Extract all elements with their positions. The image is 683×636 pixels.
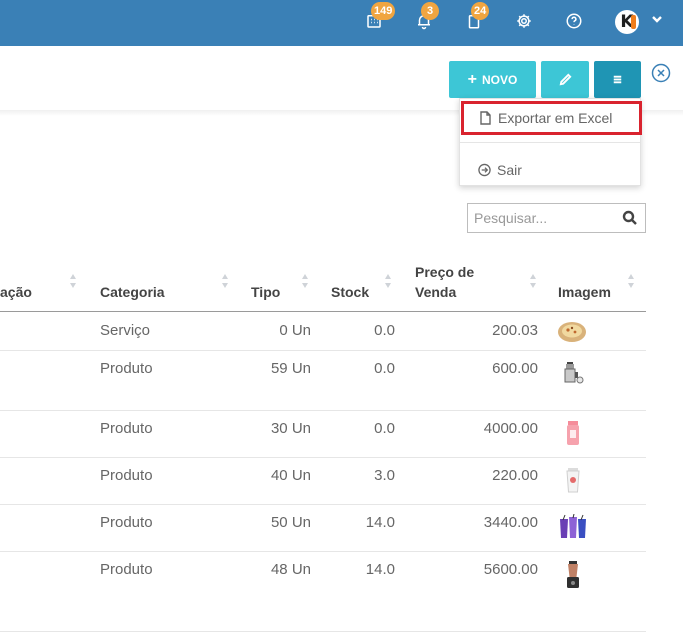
row-divider [0, 631, 646, 632]
row-divider [0, 504, 646, 505]
pizza-thumbnail[interactable] [557, 318, 587, 344]
pencil-icon [559, 73, 572, 86]
pink-bottle-thumbnail[interactable] [560, 420, 586, 446]
cell-preco: 4000.00 [483, 420, 538, 437]
notifications-button[interactable]: 3 [413, 2, 439, 32]
gear-icon [517, 14, 531, 28]
help-icon [566, 13, 582, 29]
cell-preco: 220.00 [492, 467, 538, 484]
cell-tipo: 30 Un [270, 420, 311, 437]
search-icon [622, 210, 637, 225]
user-avatar[interactable]: K [615, 10, 639, 34]
cell-categoria: Produto [100, 420, 153, 437]
header-stock[interactable]: Stock [331, 282, 369, 302]
logout-item[interactable]: Sair [460, 155, 640, 185]
cell-preco: 3440.00 [483, 514, 538, 531]
help-button[interactable] [563, 10, 585, 32]
white-cup-thumbnail[interactable] [560, 467, 586, 493]
cell-tipo: 59 Un [270, 360, 311, 377]
cell-stock: 0.0 [374, 322, 395, 339]
header-preco-line1[interactable]: Preço de [415, 262, 474, 282]
cell-categoria: Serviço [100, 322, 151, 339]
header-imagem[interactable]: Imagem [558, 282, 611, 302]
user-menu-toggle[interactable] [650, 12, 664, 26]
table-header-divider [0, 311, 646, 312]
cell-stock: 3.0 [374, 467, 395, 484]
new-button[interactable]: + NOVO [449, 61, 536, 98]
file-icon [480, 111, 491, 125]
close-circle-icon [651, 63, 671, 83]
menu-button[interactable] [594, 61, 641, 98]
row-divider [0, 551, 646, 552]
row-divider [0, 350, 646, 351]
calendar-button[interactable]: 149 [363, 2, 396, 32]
header-designacao[interactable]: ação [0, 282, 32, 302]
top-navbar: 149 3 24 K [0, 0, 683, 46]
cell-preco: 200.03 [492, 322, 538, 339]
cell-tipo: 0 Un [279, 322, 311, 339]
plus-icon: + [467, 70, 477, 88]
header-preco-line2[interactable]: Venda [415, 282, 456, 302]
search-button[interactable] [622, 210, 638, 226]
sort-icon[interactable] [627, 273, 635, 289]
cell-stock: 14.0 [365, 514, 395, 531]
sort-icon[interactable] [221, 273, 229, 289]
close-button[interactable] [651, 63, 671, 83]
chevron-down-icon [652, 16, 662, 23]
cell-categoria: Produto [100, 561, 153, 578]
logout-label: Sair [497, 162, 522, 178]
search-input[interactable] [468, 204, 616, 232]
avatar-accent [631, 15, 636, 29]
header-categoria[interactable]: Categoria [100, 282, 165, 302]
export-excel-label: Exportar em Excel [498, 110, 613, 126]
sort-icon[interactable] [529, 273, 537, 289]
cell-categoria: Produto [100, 467, 153, 484]
cell-tipo: 50 Un [270, 514, 311, 531]
actions-dropdown: Exportar em Excel Sair [459, 98, 642, 186]
coffee-maker-thumbnail[interactable] [560, 360, 586, 386]
dropdown-divider [460, 142, 640, 143]
tasks-badge: 24 [471, 2, 490, 20]
export-excel-item[interactable]: Exportar em Excel [461, 101, 642, 135]
purple-cups-thumbnail[interactable] [557, 514, 589, 540]
hamburger-icon [613, 75, 622, 84]
sort-icon[interactable] [301, 273, 309, 289]
cell-categoria: Produto [100, 360, 153, 377]
settings-button[interactable] [513, 10, 535, 32]
tasks-button[interactable]: 24 [463, 2, 490, 32]
cell-stock: 0.0 [374, 420, 395, 437]
cell-stock: 14.0 [365, 561, 395, 578]
cell-preco: 600.00 [492, 360, 538, 377]
calendar-badge: 149 [371, 2, 396, 20]
sort-icon[interactable] [69, 273, 77, 289]
header-tipo[interactable]: Tipo [251, 282, 280, 302]
blender-thumbnail[interactable] [560, 560, 586, 590]
row-divider [0, 410, 646, 411]
edit-button[interactable] [541, 61, 589, 98]
search-box [467, 203, 646, 233]
cell-tipo: 40 Un [270, 467, 311, 484]
arrow-circle-right-icon [478, 163, 491, 177]
cell-tipo: 48 Un [270, 561, 311, 578]
cell-stock: 0.0 [374, 360, 395, 377]
notifications-badge: 3 [421, 2, 439, 20]
cell-categoria: Produto [100, 514, 153, 531]
sort-icon[interactable] [384, 273, 392, 289]
cell-preco: 5600.00 [483, 561, 538, 578]
row-divider [0, 457, 646, 458]
new-button-label: NOVO [482, 72, 518, 87]
